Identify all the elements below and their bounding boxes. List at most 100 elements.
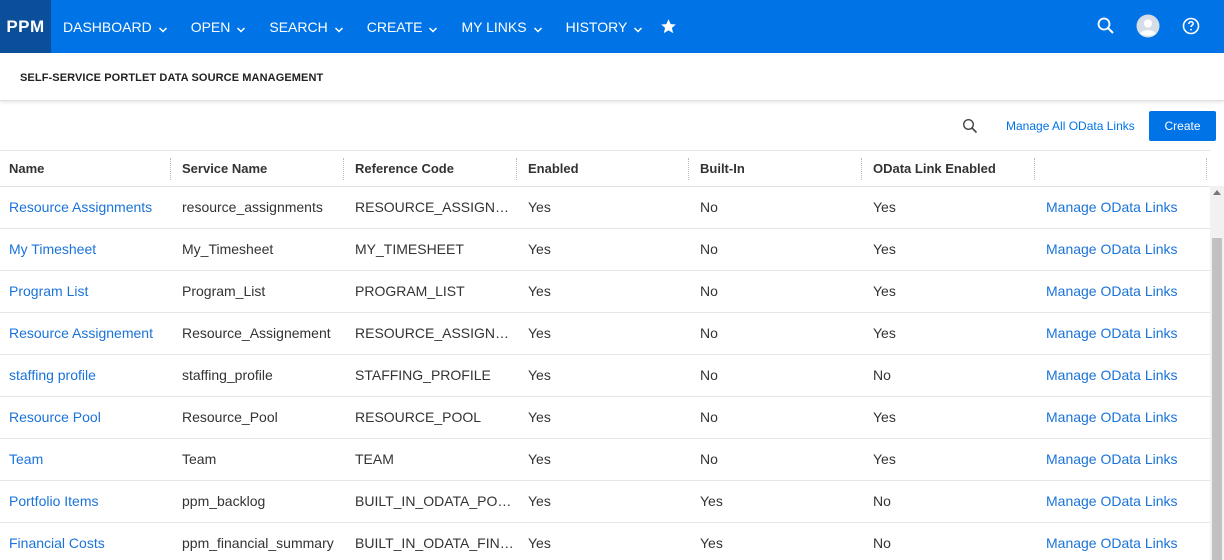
manage-odata-links-link[interactable]: Manage OData Links <box>1037 229 1207 271</box>
manage-odata-links-link[interactable]: Manage OData Links <box>1037 355 1207 397</box>
manage-odata-links-link[interactable]: Manage OData Links <box>1037 481 1207 523</box>
enabled-cell: Yes <box>528 325 551 341</box>
manage-odata-links-link[interactable]: Manage OData Links <box>1037 313 1207 355</box>
column-header-enabled[interactable]: Enabled <box>519 151 687 187</box>
chevron-down-icon <box>633 22 643 33</box>
nav-menu-label: SEARCH <box>269 18 328 35</box>
column-resize-handle[interactable] <box>170 158 171 180</box>
built-in-cell: No <box>700 451 718 467</box>
nav-menu-open[interactable]: OPEN <box>179 0 258 53</box>
column-header-odata-link-enabled[interactable]: OData Link Enabled <box>864 151 1032 187</box>
table-row[interactable]: Financial Costs ppm_financial_summary BUIL… <box>0 523 1210 560</box>
name-link[interactable]: Resource Assignement <box>0 313 168 355</box>
name-link[interactable]: Resource Assignments <box>0 187 168 229</box>
column-header-reference-code[interactable]: Reference Code <box>346 151 514 187</box>
reference-code-cell: BUILT_IN_ODATA_PORTFOLIO <box>355 493 514 509</box>
page-header: SELF-SERVICE PORTLET DATA SOURCE MANAGEM… <box>0 53 1224 101</box>
built-in-cell: Yes <box>700 493 723 509</box>
manage-odata-links-link[interactable]: Manage OData Links <box>1037 271 1207 313</box>
nav-menu-label: CREATE <box>366 18 423 35</box>
column-header-built-in[interactable]: Built-In <box>691 151 859 187</box>
odata-link-enabled-cell: No <box>873 493 891 509</box>
odata-link-enabled-cell: No <box>873 535 891 551</box>
nav-menu-label: MY LINKS <box>461 18 527 35</box>
table-row[interactable]: My Timesheet My_Timesheet MY_TIMESHEET Yes N… <box>0 229 1210 271</box>
table-row[interactable]: Resource Assignments resource_assignments… <box>0 187 1210 229</box>
scrollbar-thumb[interactable] <box>1212 238 1222 560</box>
reference-code-cell: STAFFING_PROFILE <box>355 367 491 383</box>
nav-menu-label: OPEN <box>190 18 231 35</box>
built-in-cell: No <box>700 325 718 341</box>
enabled-cell: Yes <box>528 199 551 215</box>
chevron-down-icon <box>533 22 543 33</box>
column-resize-handle[interactable] <box>1206 158 1207 180</box>
chevron-down-icon <box>236 22 246 33</box>
nav-menu-history[interactable]: HISTORY <box>554 0 655 53</box>
column-header-name[interactable]: Name <box>0 151 168 187</box>
chevron-down-icon <box>334 22 344 33</box>
table-row[interactable]: staffing profile staffing_profile STAFFING… <box>0 355 1210 397</box>
ppm-logo[interactable]: PPM <box>0 0 51 53</box>
table-search-icon[interactable] <box>962 118 980 136</box>
name-link[interactable]: My Timesheet <box>0 229 168 271</box>
star-icon[interactable] <box>660 18 678 36</box>
odata-link-enabled-cell: Yes <box>873 325 896 341</box>
odata-link-enabled-cell: Yes <box>873 451 896 467</box>
reference-code-cell: BUILT_IN_ODATA_FINANCIAL <box>355 535 514 551</box>
odata-link-enabled-cell: Yes <box>873 241 896 257</box>
table-row[interactable]: Team Team TEAM Yes No Yes Manage OData Links <box>0 439 1210 481</box>
enabled-cell: Yes <box>528 367 551 383</box>
enabled-cell: Yes <box>528 283 551 299</box>
odata-link-enabled-cell: No <box>873 367 891 383</box>
reference-code-cell: TEAM <box>355 451 394 467</box>
help-icon[interactable] <box>1178 13 1204 39</box>
create-button[interactable]: Create <box>1149 111 1216 141</box>
scroll-up-arrow-icon[interactable] <box>1213 190 1221 195</box>
manage-all-odata-links-link[interactable]: Manage All OData Links <box>1006 119 1135 133</box>
column-resize-handle[interactable] <box>861 158 862 180</box>
reference-code-cell: RESOURCE_POOL <box>355 409 482 425</box>
table-toolbar: Manage All OData Links Create <box>0 102 1224 150</box>
name-link[interactable]: Resource Pool <box>0 397 168 439</box>
manage-odata-links-link[interactable]: Manage OData Links <box>1037 187 1207 229</box>
service-name-cell: Team <box>182 451 217 467</box>
vertical-scrollbar[interactable] <box>1210 186 1224 560</box>
column-resize-handle[interactable] <box>688 158 689 180</box>
column-header-actions[interactable] <box>1037 151 1205 187</box>
name-link[interactable]: Financial Costs <box>0 523 168 560</box>
manage-odata-links-link[interactable]: Manage OData Links <box>1037 397 1207 439</box>
built-in-cell: No <box>700 367 718 383</box>
column-resize-handle[interactable] <box>1034 158 1035 180</box>
odata-link-enabled-cell: Yes <box>873 283 896 299</box>
nav-menu-dashboard[interactable]: DASHBOARD <box>51 0 179 53</box>
table-row[interactable]: Resource Pool Resource_Pool RESOURCE_POOL Y… <box>0 397 1210 439</box>
user-avatar-icon[interactable] <box>1135 13 1161 39</box>
name-link[interactable]: Portfolio Items <box>0 481 168 523</box>
name-link[interactable]: Team <box>0 439 168 481</box>
service-name-cell: staffing_profile <box>182 367 273 383</box>
enabled-cell: Yes <box>528 241 551 257</box>
search-icon[interactable] <box>1093 13 1119 39</box>
built-in-cell: No <box>700 241 718 257</box>
name-link[interactable]: staffing profile <box>0 355 168 397</box>
column-resize-handle[interactable] <box>343 158 344 180</box>
table-row[interactable]: Resource Assignement Resource_Assignement… <box>0 313 1210 355</box>
table-row[interactable]: Portfolio Items ppm_backlog BUILT_IN_ODATA… <box>0 481 1210 523</box>
table-row[interactable]: Program List Program_List PROGRAM_LIST Yes N… <box>0 271 1210 313</box>
manage-odata-links-link[interactable]: Manage OData Links <box>1037 523 1207 560</box>
main-menu: DASHBOARD OPEN SEARCH CREATE MY LINKS HISTORY <box>51 0 678 53</box>
column-resize-handle[interactable] <box>516 158 517 180</box>
service-name-cell: Resource_Assignement <box>182 325 331 341</box>
odata-link-enabled-cell: Yes <box>873 199 896 215</box>
nav-menu-search[interactable]: SEARCH <box>257 0 354 53</box>
name-link[interactable]: Program List <box>0 271 168 313</box>
nav-menu-my-links[interactable]: MY LINKS <box>449 0 553 53</box>
reference-code-cell: RESOURCE_ASSIGNEMENT <box>355 325 514 341</box>
manage-odata-links-link[interactable]: Manage OData Links <box>1037 439 1207 481</box>
service-name-cell: Program_List <box>182 283 266 299</box>
nav-menu-create[interactable]: CREATE <box>355 0 450 53</box>
column-header-service-name[interactable]: Service Name <box>173 151 341 187</box>
page-title: SELF-SERVICE PORTLET DATA SOURCE MANAGEM… <box>20 72 324 84</box>
enabled-cell: Yes <box>528 409 551 425</box>
table-header: Name Service Name Reference Code Enabled Bui… <box>0 151 1210 187</box>
